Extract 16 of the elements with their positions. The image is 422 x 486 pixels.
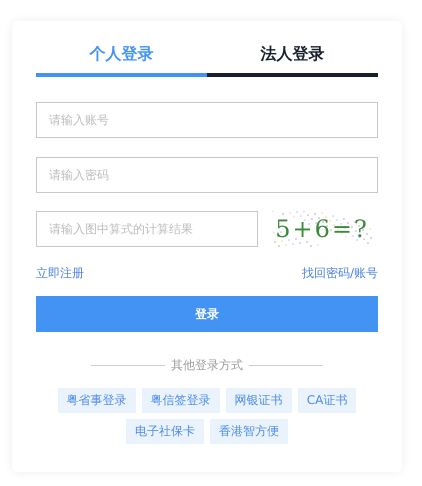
captcha-image[interactable]: 5+6=? — [272, 211, 372, 247]
other-login-title: 其他登录方式 — [171, 357, 243, 374]
login-method-button[interactable]: 香港智方便 — [210, 419, 288, 444]
password-field[interactable]: 请输入密码 — [36, 157, 378, 193]
recover-link[interactable]: 找回密码/账号 — [302, 265, 378, 282]
login-tab[interactable]: 法人登录 — [207, 44, 378, 77]
login-button[interactable]: 登录 — [36, 296, 378, 332]
login-method-button[interactable]: 网银证书 — [226, 388, 292, 413]
login-method-button[interactable]: 粤信签登录 — [142, 388, 220, 413]
register-link[interactable]: 立即注册 — [36, 265, 84, 282]
account-field[interactable]: 请输入账号 — [36, 102, 378, 138]
login-method-button[interactable]: 电子社保卡 — [126, 419, 204, 444]
captcha-field[interactable]: 请输入图中算式的计算结果 — [36, 211, 258, 247]
login-method-button[interactable]: 粤省事登录 — [58, 388, 136, 413]
login-tab[interactable]: 个人登录 — [36, 44, 207, 77]
login-method-button[interactable]: CA证书 — [298, 388, 356, 413]
